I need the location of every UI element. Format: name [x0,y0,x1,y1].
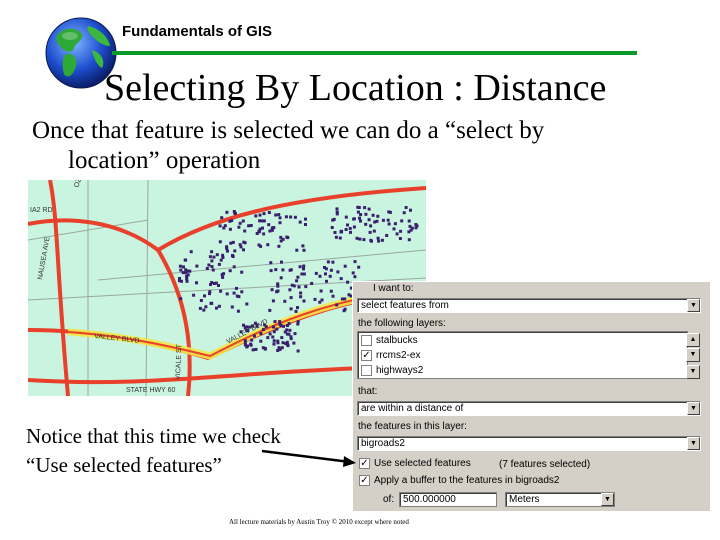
footer-credit: All lecture materials by Austin Troy © 2… [229,518,409,526]
callout-arrow [261,449,356,467]
